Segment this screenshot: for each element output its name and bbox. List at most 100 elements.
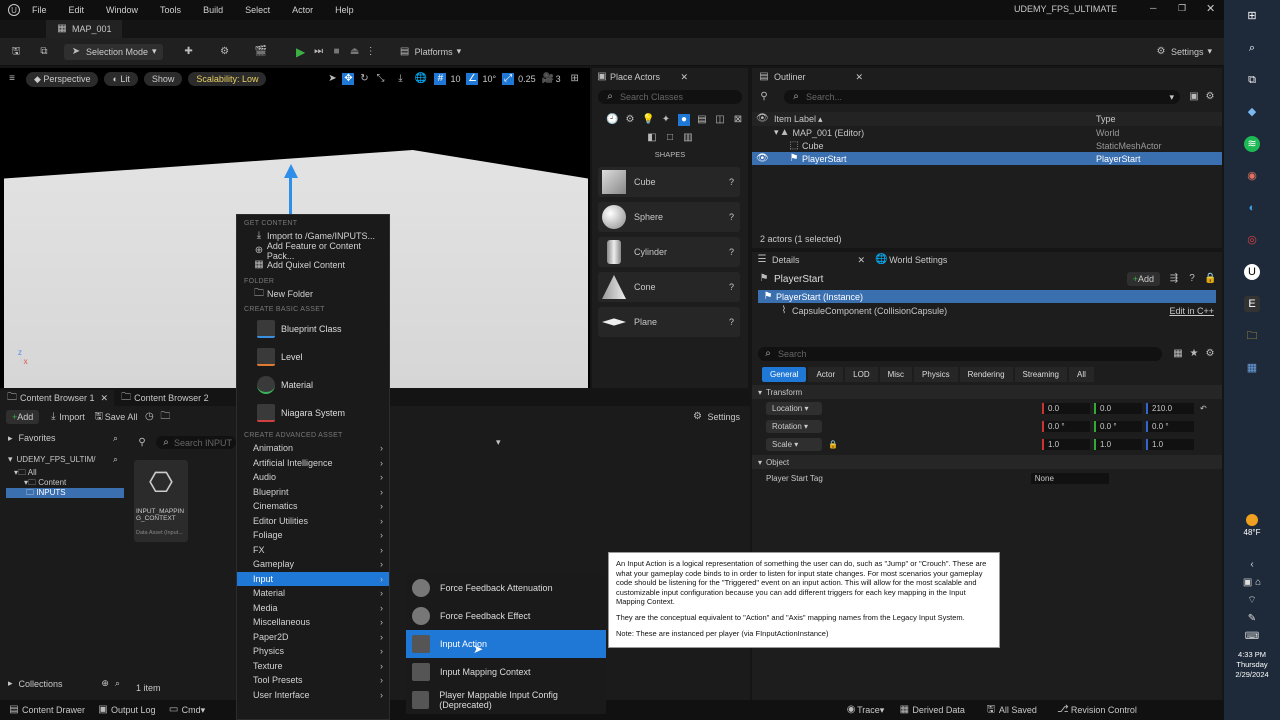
recent-icon[interactable]: 🕘 <box>606 114 618 126</box>
menu-advanced-item[interactable]: Media › <box>237 601 389 616</box>
maximize-icon[interactable]: ❐ <box>1178 3 1186 14</box>
cinematics-icon[interactable]: 🎬 <box>255 46 267 58</box>
close-tab-icon[interactable]: ✕ <box>856 72 864 83</box>
chevron-down-icon[interactable]: ▾ <box>496 437 501 448</box>
world-icon[interactable]: 🌐 <box>414 73 426 85</box>
tree-all[interactable]: ▾🗀 All <box>14 468 124 478</box>
menu-advanced-item[interactable]: Texture › <box>237 659 389 674</box>
outliner-search-input[interactable]: ⌕ Search... ▾ <box>784 90 1180 104</box>
location-dropdown[interactable]: Location ▾ <box>766 401 822 415</box>
menu-advanced-item[interactable]: Gameplay › <box>237 557 389 572</box>
scalability-button[interactable]: Scalability: Low <box>188 72 267 86</box>
shapes-icon[interactable]: ● <box>678 114 690 126</box>
gizmo-arrow-icon[interactable] <box>284 164 298 178</box>
rotation-dropdown[interactable]: Rotation ▾ <box>766 419 822 433</box>
minimize-icon[interactable]: ─ <box>1150 3 1156 13</box>
move-tool-icon[interactable]: ✥ <box>342 73 355 85</box>
rotation-z-field[interactable]: 0.0 ° <box>1146 420 1194 432</box>
all-saved-button[interactable]: 🖫 All Saved <box>985 704 1037 716</box>
favorites-header[interactable]: ▸ Favorites ⌕ <box>0 428 124 448</box>
outliner-row-selected[interactable]: 👁 ⚑ PlayerStart PlayerStart <box>752 152 1222 165</box>
menu-build[interactable]: Build <box>203 5 223 15</box>
filter-misc[interactable]: Misc <box>879 366 913 382</box>
scale-tool-icon[interactable]: ⤡ <box>374 73 386 85</box>
advance-frame-icon[interactable]: ⏭ <box>313 46 325 58</box>
perspective-button[interactable]: ◆ Perspective <box>26 71 99 87</box>
play-icon[interactable]: ▶ <box>295 46 307 58</box>
help-icon[interactable]: ? <box>729 317 734 327</box>
help-icon[interactable]: ? <box>729 247 734 257</box>
menu-select[interactable]: Select <box>245 5 270 15</box>
menu-material[interactable]: Material <box>237 371 389 399</box>
shape-plane[interactable]: Plane? <box>598 307 740 337</box>
menu-add-feature[interactable]: ⊕ Add Feature or Content Pack... <box>237 241 389 261</box>
brush-icon[interactable]: □ <box>664 132 676 144</box>
camera-speed-icon[interactable]: 🎥 <box>542 73 554 85</box>
content-drawer-button[interactable]: ▤ Content Drawer <box>8 704 85 716</box>
menu-blueprint-class[interactable]: Blueprint Class <box>237 315 389 343</box>
lock-icon[interactable]: 🔒 <box>1204 273 1216 285</box>
outliner-row[interactable]: ▾ ▲ MAP_001 (Editor) World <box>752 126 1222 139</box>
menu-advanced-item[interactable]: Editor Utilities › <box>237 514 389 529</box>
content-icon[interactable]: ⧉ <box>38 46 50 58</box>
help-icon[interactable]: ? <box>729 282 734 292</box>
menu-tools[interactable]: Tools <box>160 5 181 15</box>
revision-control-button[interactable]: ⎇ Revision Control <box>1057 704 1137 716</box>
cmd-button[interactable]: ▭ Cmd ▾ <box>168 704 205 716</box>
close-tab-icon[interactable]: ✕ <box>680 72 688 83</box>
select-tool-icon[interactable]: ➤ <box>326 73 338 85</box>
filter-icon[interactable]: ⚲ <box>136 437 148 449</box>
chevron-down-icon[interactable]: ▾ <box>1169 92 1174 103</box>
edit-in-cpp-link[interactable]: Edit in C++ <box>1169 306 1214 316</box>
windows-start-icon[interactable]: ⊞ <box>1244 8 1260 24</box>
tab-world-settings[interactable]: World Settings <box>889 255 947 265</box>
basic-icon[interactable]: ⚙ <box>624 114 636 126</box>
help-icon[interactable]: ? <box>729 177 734 187</box>
menu-level[interactable]: Level <box>237 343 389 371</box>
weather-widget[interactable]: 48°F <box>1224 514 1280 537</box>
search-icon[interactable]: ⌕ <box>1244 40 1260 56</box>
outliner-row[interactable]: ⬚ Cube StaticMeshActor <box>752 139 1222 152</box>
component-row[interactable]: ⌇ CapsuleComponent (CollisionCapsule) Ed… <box>752 303 1222 319</box>
menu-niagara-system[interactable]: Niagara System <box>237 399 389 427</box>
menu-help[interactable]: Help <box>335 5 354 15</box>
menu-advanced-item[interactable]: Paper2D › <box>237 630 389 645</box>
keyboard-icon[interactable]: ⌨ <box>1224 628 1280 646</box>
edge-icon[interactable]: ◐ <box>1244 200 1260 216</box>
filter-all[interactable]: All <box>1069 366 1094 382</box>
scale-dropdown[interactable]: Scale ▾ <box>766 437 822 451</box>
grid-snap-icon[interactable]: # <box>434 73 447 85</box>
menu-advanced-item[interactable]: Artificial Intelligence › <box>237 456 389 471</box>
close-tab-icon[interactable]: ✕ <box>101 393 109 404</box>
grid-view-icon[interactable]: ▦ <box>1172 348 1184 360</box>
filter-icon[interactable]: ⚲ <box>758 91 770 103</box>
menu-advanced-item[interactable]: Blueprint › <box>237 485 389 500</box>
surface-snap-icon[interactable]: ⤓ <box>394 73 406 85</box>
wifi-icon[interactable]: ⌔ <box>1224 592 1280 610</box>
all-classes-icon[interactable]: ⊠ <box>732 114 744 126</box>
menu-file[interactable]: File <box>32 5 47 15</box>
lights-icon[interactable]: 💡 <box>642 114 654 126</box>
menu-advanced-item[interactable]: Miscellaneous › <box>237 615 389 630</box>
output-log-button[interactable]: ▣ Output Log <box>97 704 155 716</box>
more-options-icon[interactable]: ⋮ <box>365 46 377 58</box>
tab-map[interactable]: ▦ MAP_001 <box>46 20 122 38</box>
lit-button[interactable]: ◐ Lit <box>104 72 138 86</box>
platforms-button[interactable]: ▤ Platforms ▾ <box>399 46 461 58</box>
menu-edit[interactable]: Edit <box>69 5 85 15</box>
app-icon[interactable]: ◉ <box>1244 168 1260 184</box>
star-icon[interactable]: ★ <box>1188 348 1200 360</box>
folder-icon[interactable]: 🗀 <box>159 411 171 423</box>
column-type[interactable]: Type <box>1096 114 1222 124</box>
file-explorer-icon[interactable]: 🗀 <box>1244 328 1260 344</box>
menu-advanced-item[interactable]: Physics › <box>237 644 389 659</box>
chevron-left-icon[interactable]: ‹ <box>1224 556 1280 574</box>
menu-new-folder[interactable]: 🗀 New Folder <box>237 287 389 302</box>
volumes-icon[interactable]: ◫ <box>714 114 726 126</box>
reset-icon[interactable]: ↶ <box>1200 404 1207 413</box>
transform-section[interactable]: ▾ Transform <box>752 385 1222 399</box>
trace-button[interactable]: ◉ Trace ▾ <box>845 704 885 716</box>
app-icon[interactable]: ◎ <box>1244 232 1260 248</box>
gear-icon[interactable]: ⚙ <box>1204 348 1216 360</box>
save-icon[interactable]: 🖫 <box>10 46 22 58</box>
